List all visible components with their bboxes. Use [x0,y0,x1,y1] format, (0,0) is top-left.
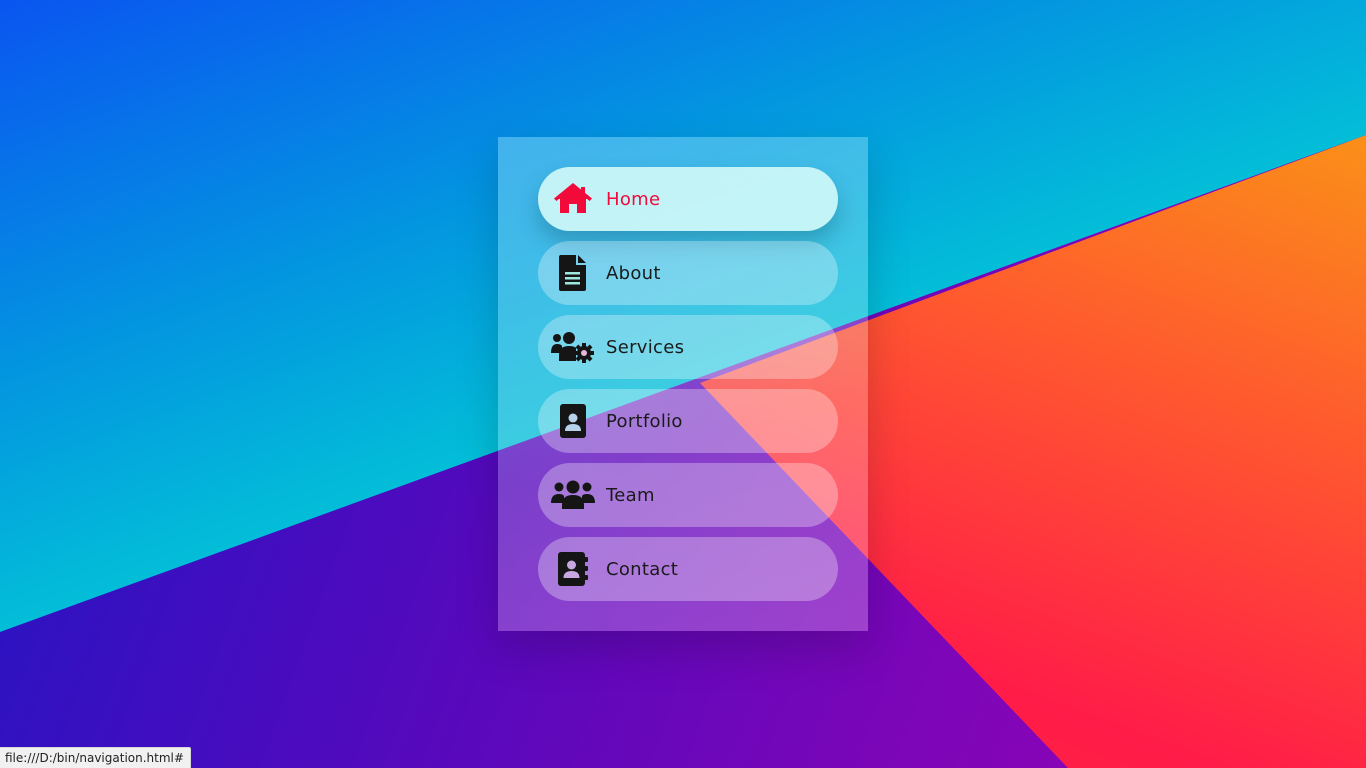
navigation-menu: Home About Services Portfolio Team Conta… [538,167,838,601]
document-icon [550,250,596,296]
nav-item-team[interactable]: Team [538,463,838,527]
nav-label-portfolio: Portfolio [606,410,683,432]
home-icon [550,176,596,222]
team-icon [550,472,596,518]
navigation-card: Home About Services Portfolio Team Conta… [498,137,868,631]
nav-item-services[interactable]: Services [538,315,838,379]
nav-item-portfolio[interactable]: Portfolio [538,389,838,453]
nav-item-home[interactable]: Home [538,167,838,231]
nav-item-contact[interactable]: Contact [538,537,838,601]
portfolio-icon [550,398,596,444]
status-bar-url: file:///D:/bin/navigation.html# [0,747,191,768]
nav-label-contact: Contact [606,558,679,580]
nav-label-home: Home [606,188,661,210]
contact-book-icon [550,546,596,592]
nav-label-services: Services [606,336,685,358]
nav-label-about: About [606,262,661,284]
nav-label-team: Team [606,484,655,506]
users-cog-icon [550,324,596,370]
nav-item-about[interactable]: About [538,241,838,305]
